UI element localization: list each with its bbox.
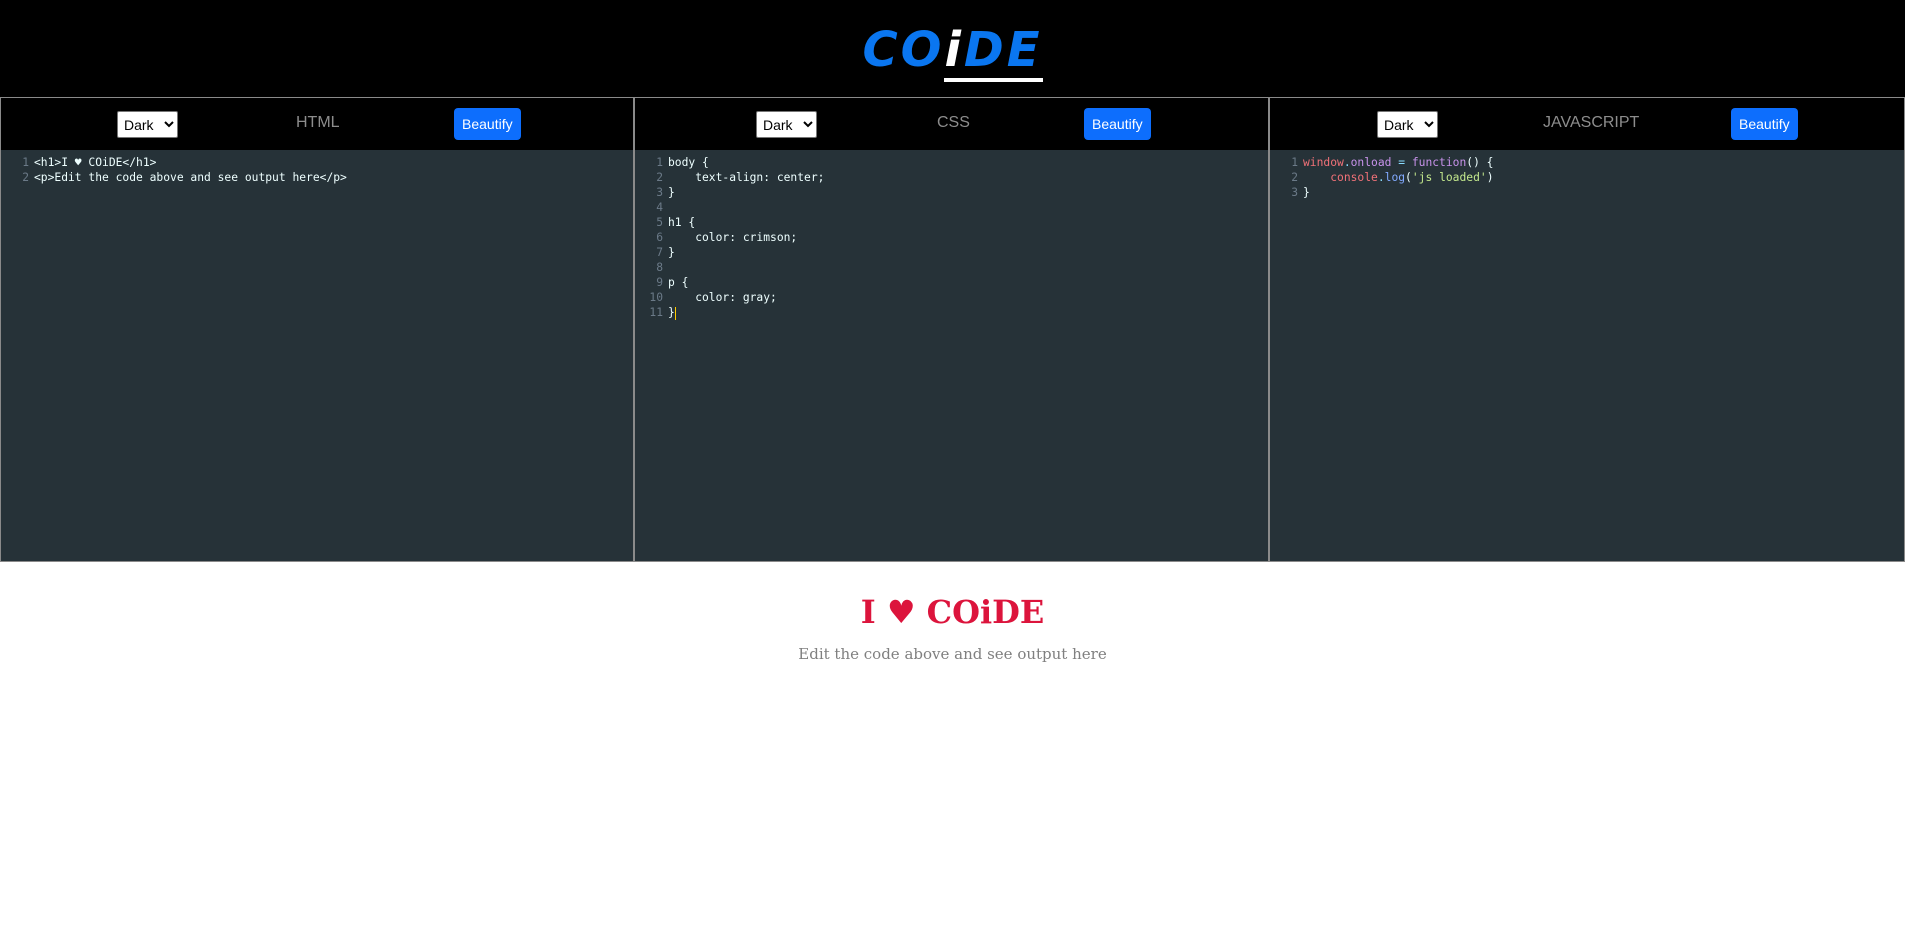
logo-de: DE <box>963 22 1043 82</box>
output-preview: I ♥ COiDE Edit the code above and see ou… <box>0 562 1905 930</box>
logo-co: CO <box>862 22 945 78</box>
code-line: 4 <box>656 201 663 214</box>
html-pane-toolbar: Dark HTML Beautify <box>1 98 633 150</box>
html-beautify-button[interactable]: Beautify <box>454 108 521 140</box>
code-line: 1 <h1>I ♥ COiDE</h1> <box>22 156 157 169</box>
logo-i: i <box>944 22 964 82</box>
code-line: 1 window.onload = function() { <box>1291 156 1494 169</box>
app-logo: COiDE <box>0 22 1905 82</box>
js-pane-toolbar: Dark JAVASCRIPT Beautify <box>1270 98 1904 150</box>
code-line: 3} <box>656 186 675 199</box>
app-header: COiDE <box>0 0 1905 97</box>
code-line: 2 <p>Edit the code above and see output h… <box>22 171 347 184</box>
code-line: 10 color: gray; <box>649 291 777 304</box>
code-line: 2 text-align: center; <box>656 171 825 184</box>
js-pane: Dark JAVASCRIPT Beautify 1 window.onload … <box>1269 97 1905 562</box>
html-pane-title: HTML <box>296 114 340 131</box>
output-heading: I ♥ COiDE <box>860 593 1045 631</box>
js-theme-select[interactable]: Dark <box>1377 111 1438 138</box>
code-line: 3} <box>1291 186 1310 199</box>
code-line: 5 h1 { <box>656 216 696 229</box>
code-line: 8 <box>656 261 663 274</box>
code-line: 2 console.log('js loaded') <box>1291 171 1494 184</box>
code-line: 11} <box>649 306 676 320</box>
html-pane: Dark HTML Beautify 1 <h1>I ♥ COiDE</h1> 2… <box>0 97 634 562</box>
css-pane: Dark CSS Beautify 1 body { 2 text-align: … <box>634 97 1269 562</box>
code-line: 9p { <box>656 276 689 289</box>
css-pane-toolbar: Dark CSS Beautify <box>635 98 1268 150</box>
html-code-editor[interactable]: 1 <h1>I ♥ COiDE</h1> 2 <p>Edit the code ab… <box>1 155 633 561</box>
editor-panes: Dark HTML Beautify 1 <h1>I ♥ COiDE</h1> 2… <box>0 97 1905 562</box>
code-line: 7} <box>656 246 675 259</box>
code-line: 1 body { <box>656 156 709 169</box>
output-paragraph: Edit the code above and see output here <box>798 645 1107 663</box>
text-cursor <box>674 306 676 320</box>
css-theme-select[interactable]: Dark <box>756 111 817 138</box>
code-line: 6 color: crimson; <box>656 231 798 244</box>
css-code-editor[interactable]: 1 body { 2 text-align: center; 3} 4 5 h1 {… <box>635 155 1268 561</box>
js-beautify-button[interactable]: Beautify <box>1731 108 1798 140</box>
js-code-editor[interactable]: 1 window.onload = function() { 2 console.… <box>1270 155 1904 561</box>
js-pane-title: JAVASCRIPT <box>1543 114 1640 131</box>
css-pane-title: CSS <box>937 114 970 131</box>
css-beautify-button[interactable]: Beautify <box>1084 108 1151 140</box>
html-theme-select[interactable]: Dark <box>117 111 178 138</box>
